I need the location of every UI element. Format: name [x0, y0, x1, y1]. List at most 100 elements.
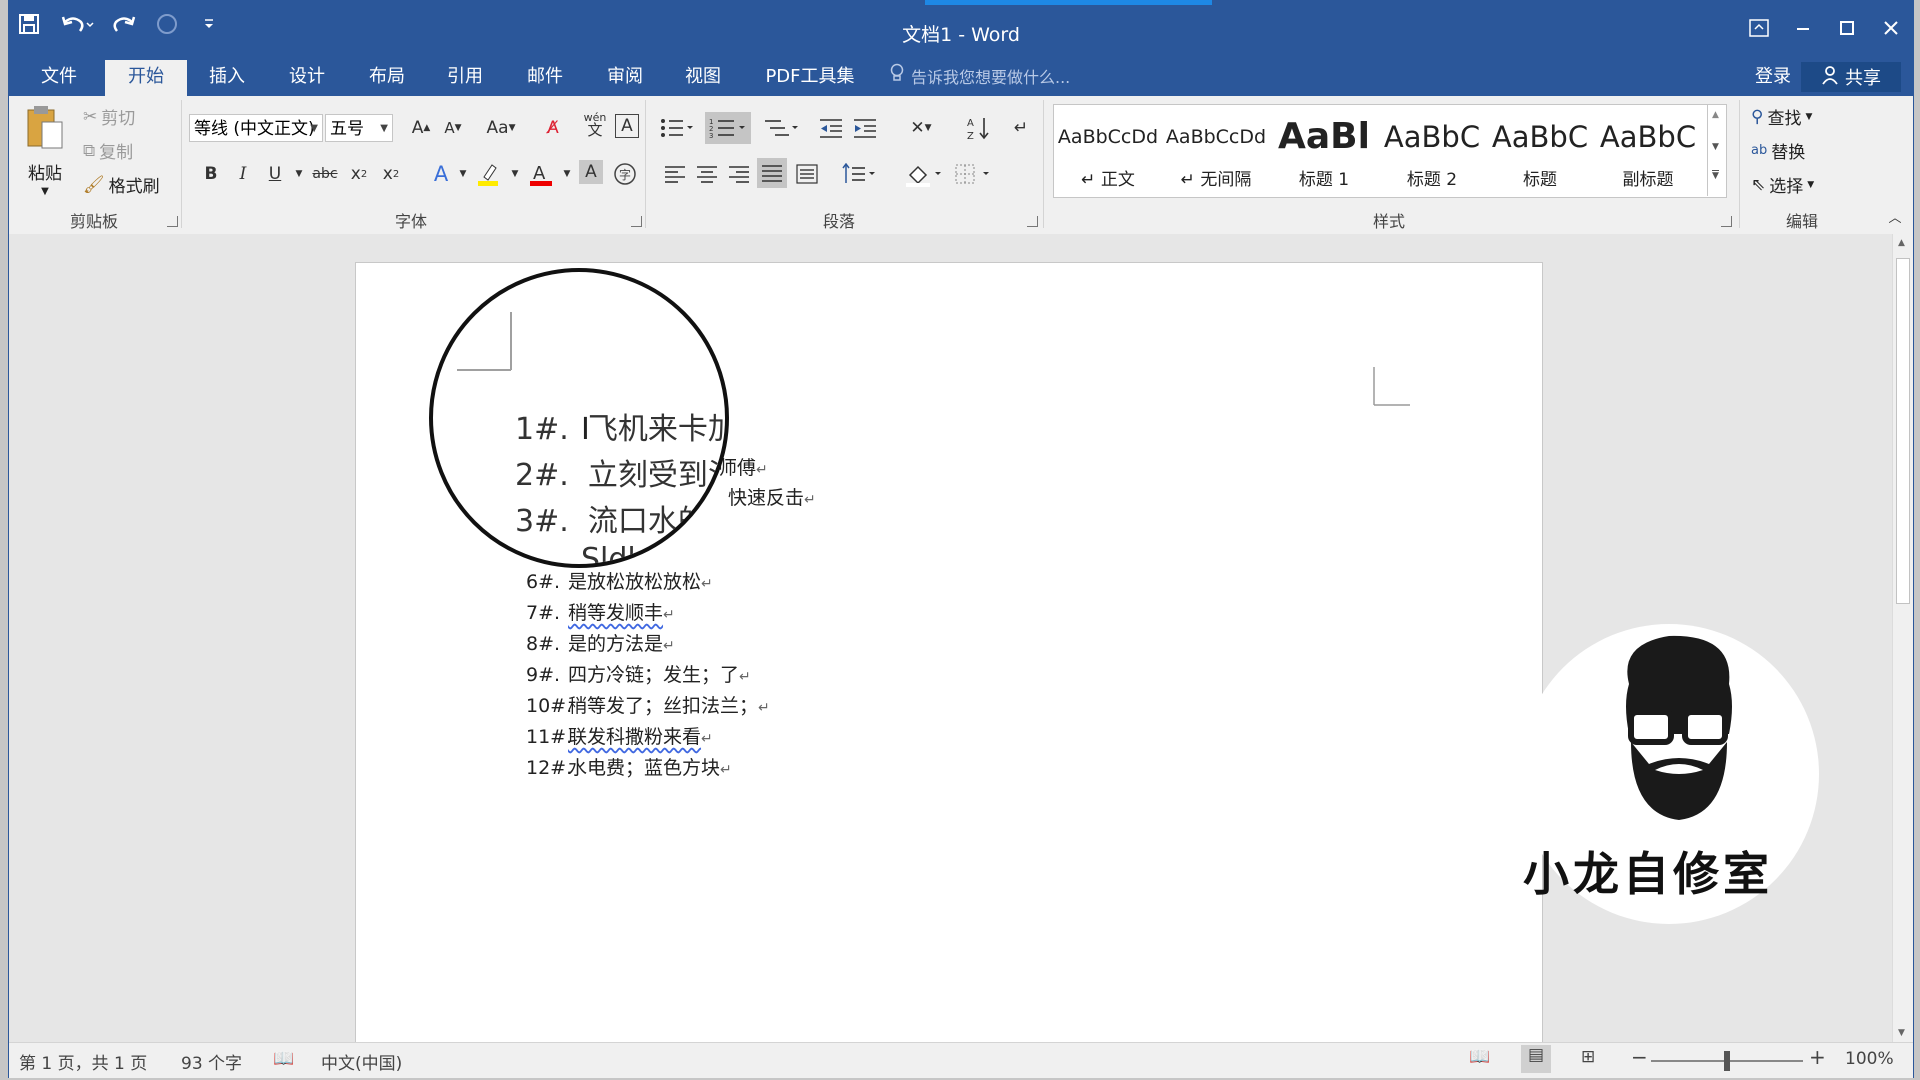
scroll-down-icon[interactable]: ▼: [1898, 1028, 1905, 1038]
borders-icon[interactable]: [953, 160, 995, 188]
superscript-icon[interactable]: x2: [377, 160, 405, 188]
style-title[interactable]: AaBbC 标题: [1486, 105, 1594, 197]
paragraph-launcher-icon[interactable]: [1027, 216, 1038, 227]
scroll-up-icon[interactable]: ▲: [1898, 238, 1905, 248]
print-layout-icon[interactable]: ▤: [1521, 1045, 1551, 1073]
tab-layout[interactable]: 布局: [349, 60, 425, 96]
style-subtitle[interactable]: AaBbC 副标题: [1594, 105, 1702, 197]
tab-home[interactable]: 开始: [105, 60, 187, 96]
shading-icon[interactable]: [903, 160, 945, 188]
group-divider: [1043, 100, 1044, 228]
style-heading-2[interactable]: AaBbC 标题 2: [1378, 105, 1486, 197]
styles-launcher-icon[interactable]: [1721, 216, 1732, 227]
align-left-icon[interactable]: [661, 160, 689, 188]
tab-view[interactable]: 视图: [665, 60, 741, 96]
scroll-up-icon[interactable]: ▲: [1712, 110, 1719, 120]
read-mode-icon[interactable]: 📖: [1469, 1047, 1490, 1067]
zoom-level[interactable]: 100%: [1845, 1049, 1894, 1069]
tab-pdf-tools[interactable]: PDF工具集: [749, 60, 871, 96]
chevron-down-icon[interactable]: ▼: [553, 160, 581, 188]
numbering-icon[interactable]: 123: [705, 112, 751, 144]
tab-references[interactable]: 引用: [427, 60, 503, 96]
tab-file[interactable]: 文件: [23, 60, 95, 96]
tab-review[interactable]: 审阅: [587, 60, 663, 96]
italic-icon[interactable]: I: [229, 160, 257, 188]
font-launcher-icon[interactable]: [631, 216, 642, 227]
list-item: 8#. 是的方法是↵: [526, 629, 675, 656]
phonetic-guide-icon[interactable]: wén 文: [581, 110, 609, 138]
bullets-icon[interactable]: [657, 114, 697, 142]
tab-design[interactable]: 设计: [269, 60, 345, 96]
page-count[interactable]: 第 1 页，共 1 页: [19, 1049, 147, 1074]
select-label: 选择: [1769, 177, 1804, 197]
style-normal[interactable]: AaBbCcDd ↵ 正文: [1054, 105, 1162, 197]
gallery-more-icon[interactable]: ▼: [1712, 170, 1719, 181]
bold-icon[interactable]: B: [197, 160, 225, 188]
strikethrough-icon[interactable]: abc: [311, 160, 339, 188]
tell-me-box[interactable]: 告诉我您想要做什么...: [889, 60, 1070, 96]
font-size-combo[interactable]: 五号 ▼: [325, 114, 393, 142]
scrollbar-thumb[interactable]: [1896, 258, 1910, 604]
zoom-slider-thumb[interactable]: [1724, 1051, 1730, 1071]
justify-icon[interactable]: [757, 158, 787, 188]
copy-button[interactable]: ⧉ 复制: [83, 138, 133, 164]
font-color-icon[interactable]: A: [527, 160, 555, 188]
status-bar: 第 1 页，共 1 页 93 个字 📖 中文(中国) 📖 ▤ ⊞ − + 100…: [9, 1042, 1913, 1078]
align-right-icon[interactable]: [725, 160, 753, 188]
shrink-font-icon[interactable]: A ▼: [439, 114, 467, 142]
clipboard-launcher-icon[interactable]: [167, 216, 178, 227]
zoom-in-icon[interactable]: +: [1809, 1045, 1826, 1069]
character-shading-icon[interactable]: A: [579, 160, 603, 184]
tab-mailings[interactable]: 邮件: [507, 60, 583, 96]
subscript-icon[interactable]: x2: [345, 160, 373, 188]
chevron-down-icon[interactable]: ▼: [449, 160, 477, 188]
maximize-icon[interactable]: [1825, 8, 1869, 48]
format-painter-button[interactable]: 🖌 格式刷: [83, 172, 160, 198]
minimize-icon[interactable]: [1781, 8, 1825, 48]
list-item: 6#. 是放松放松放松↵: [526, 567, 713, 594]
enclose-characters-icon[interactable]: 字: [611, 160, 639, 188]
multilevel-list-icon[interactable]: [761, 114, 801, 142]
vertical-scrollbar[interactable]: ▲ ▼: [1892, 234, 1913, 1042]
highlight-icon[interactable]: [475, 160, 503, 188]
increase-indent-icon[interactable]: [851, 114, 879, 142]
change-case-icon[interactable]: Aa ▼: [481, 114, 521, 142]
tab-insert[interactable]: 插入: [189, 60, 265, 96]
align-center-icon[interactable]: [693, 160, 721, 188]
find-button[interactable]: ⚲ 查找 ▼: [1751, 104, 1812, 130]
style-heading-1[interactable]: AaBl 标题 1: [1270, 105, 1378, 197]
login-link[interactable]: 登录: [1755, 60, 1791, 96]
zoom-out-icon[interactable]: −: [1631, 1045, 1648, 1069]
font-name-combo[interactable]: 等线 (中文正文) ▼: [189, 114, 323, 142]
select-button[interactable]: ⇖ 选择 ▼: [1751, 172, 1814, 198]
scroll-down-icon[interactable]: ▼: [1712, 142, 1719, 152]
character-border-icon[interactable]: A: [615, 114, 639, 138]
web-layout-icon[interactable]: ⊞: [1581, 1047, 1595, 1067]
chinese-layout-icon[interactable]: ✕ ▼: [901, 114, 941, 142]
decrease-indent-icon[interactable]: [817, 114, 845, 142]
sort-icon[interactable]: AZ: [965, 114, 993, 142]
style-no-spacing[interactable]: AaBbCcDd ↵ 无间隔: [1162, 105, 1270, 197]
distributed-icon[interactable]: [793, 160, 821, 188]
paste-button[interactable]: 粘贴 ▼: [25, 104, 65, 197]
replace-button[interactable]: ab 替换: [1751, 138, 1805, 163]
chevron-down-icon[interactable]: ▼: [501, 160, 529, 188]
cursor-icon: ⇖: [1751, 174, 1766, 195]
word-count[interactable]: 93 个字: [181, 1049, 242, 1074]
grow-font-icon[interactable]: A ▲: [407, 114, 435, 142]
cut-button[interactable]: ✂ 剪切: [83, 104, 135, 130]
show-formatting-icon[interactable]: ↵: [1007, 114, 1035, 142]
language-indicator[interactable]: 中文(中国): [321, 1049, 402, 1074]
share-button[interactable]: 共享: [1801, 62, 1901, 92]
collapse-ribbon-icon[interactable]: ︿: [1881, 202, 1909, 230]
paragraph-mark: ↵: [701, 576, 713, 592]
chevron-down-icon[interactable]: ▼: [285, 160, 313, 188]
ribbon-display-icon[interactable]: [1737, 8, 1781, 48]
proofing-icon[interactable]: 📖: [273, 1049, 294, 1069]
margin-corner-mark: [457, 312, 512, 371]
line-spacing-icon[interactable]: [839, 160, 879, 188]
close-icon[interactable]: [1869, 8, 1913, 48]
list-item-partial: 快速反击↵: [728, 483, 816, 510]
clear-formatting-icon[interactable]: A̸: [539, 114, 567, 142]
paragraph-mark: ↵: [739, 669, 751, 685]
